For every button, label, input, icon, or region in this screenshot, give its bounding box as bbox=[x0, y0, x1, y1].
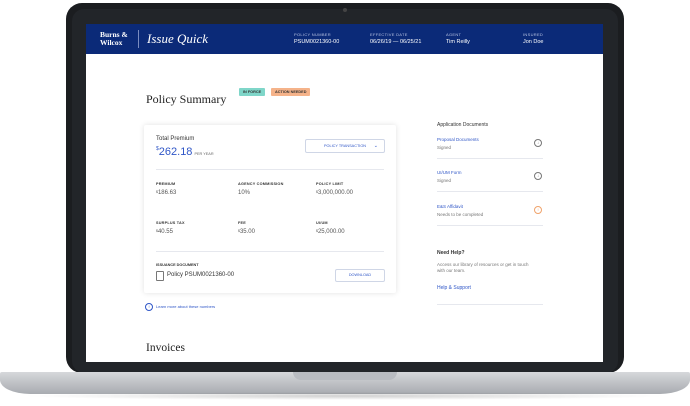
invoices-heading: Invoices bbox=[146, 342, 185, 354]
download-button[interactable]: DOWNLOAD bbox=[335, 269, 385, 282]
meta-value: Jon Doe bbox=[523, 39, 544, 45]
field-amount: 35.00 bbox=[239, 229, 255, 235]
laptop-shadow bbox=[20, 392, 670, 400]
help-support-link[interactable]: Help & Support bbox=[437, 285, 471, 291]
download-icon[interactable]: ↓ bbox=[534, 139, 542, 147]
card-divider bbox=[156, 251, 384, 252]
meta-effective-date: EFFECTIVE DATE 06/26/19 — 06/25/21 bbox=[370, 32, 421, 45]
sidebar-divider bbox=[437, 304, 543, 305]
meta-label: POLICY NUMBER bbox=[294, 32, 331, 37]
application-documents-title: Application Documents bbox=[437, 122, 489, 128]
document-link-proposal[interactable]: Proposal Documents bbox=[437, 137, 479, 142]
status-badge-in-force: IN FORCE bbox=[239, 88, 266, 96]
policy-summary-card: Total Premium $262.18 PER YEAR POLICY TRA… bbox=[144, 125, 396, 293]
download-icon[interactable]: ↓ bbox=[534, 172, 542, 180]
document-status: Needs to be completed bbox=[437, 212, 484, 217]
brand-divider bbox=[138, 30, 139, 48]
need-help-title: Need Help? bbox=[437, 250, 465, 256]
total-premium-amount: 262.18 bbox=[158, 146, 193, 158]
document-status: Signed bbox=[437, 178, 452, 183]
sidebar-divider bbox=[437, 191, 543, 192]
meta-agent: AGENT Tim Reilly bbox=[446, 32, 470, 45]
field-value-fee: $35.00 bbox=[238, 229, 255, 235]
learn-more-link[interactable]: Learn more about these numbers bbox=[156, 304, 215, 309]
field-amount: 40.55 bbox=[157, 229, 173, 235]
issuance-document-label: ISSUANCE DOCUMENT bbox=[156, 263, 199, 267]
document-link-es-affidavit[interactable]: E&S Affidavit bbox=[437, 204, 463, 209]
page-title: Policy Summary bbox=[146, 92, 227, 106]
field-value-agency-commission: 10% bbox=[238, 190, 251, 196]
meta-label: INSURED bbox=[523, 32, 544, 37]
meta-value: PSUM0021360-00 bbox=[294, 39, 340, 45]
field-label-premium: PREMIUM bbox=[156, 182, 176, 186]
laptop-notch bbox=[293, 372, 397, 380]
product-logo: Issue Quick bbox=[147, 31, 209, 46]
policy-transaction-select[interactable]: POLICY TRANSACTION ⌄ bbox=[305, 139, 385, 153]
field-value-premium: $186.63 bbox=[156, 190, 176, 196]
field-label-surplus-tax: SURPLUS TAX bbox=[156, 221, 185, 225]
document-icon bbox=[156, 271, 164, 281]
field-value-ui-um: $25,000.00 bbox=[316, 229, 345, 235]
field-value-surplus-tax: $40.55 bbox=[156, 229, 173, 235]
info-icon[interactable]: ! bbox=[145, 303, 153, 311]
per-year-label: PER YEAR bbox=[194, 152, 214, 156]
policy-transaction-label: POLICY TRANSACTION bbox=[323, 144, 367, 148]
card-divider bbox=[156, 169, 384, 170]
sidebar-divider bbox=[437, 225, 543, 226]
warning-icon[interactable]: ! bbox=[534, 206, 542, 214]
top-bar: Burns & Wilcox Issue Quick POLICY NUMBER… bbox=[86, 24, 603, 54]
meta-value: 06/26/19 — 06/25/21 bbox=[370, 39, 422, 45]
field-amount: 25,000.00 bbox=[317, 229, 345, 235]
field-amount: 3,000,000.00 bbox=[317, 190, 353, 196]
sidebar-divider bbox=[437, 158, 543, 159]
total-premium-label: Total Premium bbox=[156, 136, 195, 142]
status-badge-action-needed[interactable]: ACTION NEEDED bbox=[271, 88, 311, 96]
chevron-down-icon: ⌄ bbox=[373, 143, 378, 149]
need-help-text: Access our library of resources or get i… bbox=[437, 262, 529, 273]
camera-icon bbox=[343, 8, 347, 12]
meta-insured: INSURED Jon Doe bbox=[523, 32, 544, 45]
field-label-ui-um: UI/UM bbox=[316, 221, 328, 225]
meta-policy-number: POLICY NUMBER PSUM0021360-00 bbox=[294, 32, 339, 45]
meta-label: AGENT bbox=[446, 32, 462, 37]
field-label-fee: FEE bbox=[238, 221, 246, 225]
app-screen: Burns & Wilcox Issue Quick POLICY NUMBER… bbox=[86, 24, 603, 362]
brand-logo[interactable]: Burns & Wilcox bbox=[100, 31, 134, 47]
document-link-ui-um-form[interactable]: UI/UM Form bbox=[437, 170, 462, 175]
field-label-policy-limit: POLICY LIMIT bbox=[316, 182, 344, 186]
document-status: Signed bbox=[437, 145, 452, 150]
meta-value: Tim Reilly bbox=[446, 39, 470, 45]
issuance-document-name[interactable]: Policy PSUM0021360-00 bbox=[167, 272, 234, 278]
field-amount: 186.63 bbox=[157, 190, 177, 196]
meta-label: EFFECTIVE DATE bbox=[370, 32, 408, 37]
field-value-policy-limit: $3,000,000.00 bbox=[316, 190, 353, 196]
field-label-agency-commission: AGENCY COMMISSION bbox=[238, 182, 284, 186]
total-premium-value: $262.18 PER YEAR bbox=[156, 146, 214, 158]
